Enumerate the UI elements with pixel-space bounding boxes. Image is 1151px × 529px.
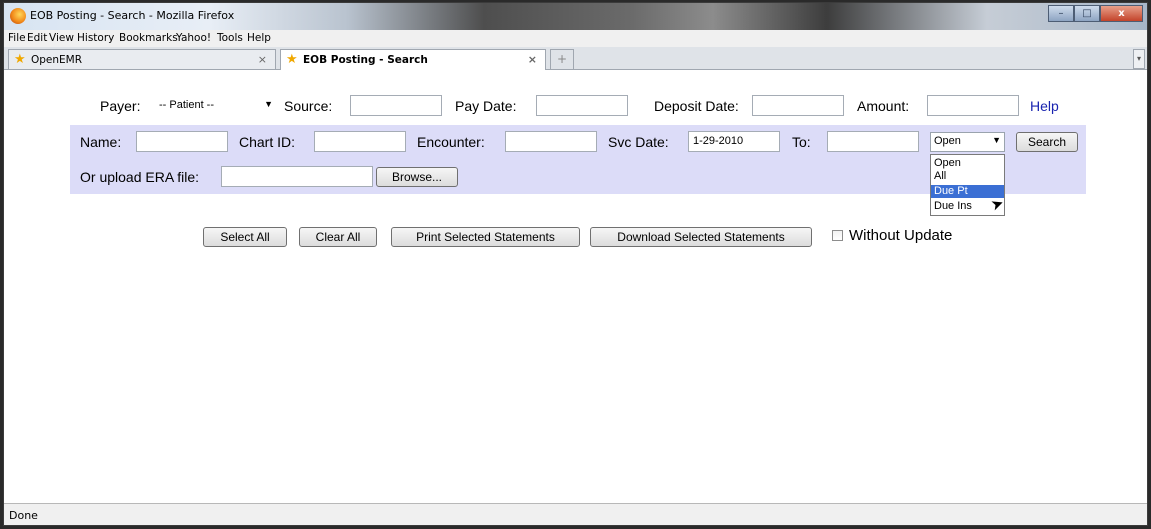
search-button[interactable]: Search xyxy=(1016,132,1078,152)
menu-edit[interactable]: Edit xyxy=(27,32,47,44)
help-link[interactable]: Help xyxy=(1030,98,1059,114)
source-input[interactable] xyxy=(350,95,442,116)
without-update-checkbox[interactable] xyxy=(832,230,843,241)
payer-value: -- Patient -- xyxy=(159,99,215,111)
amount-label: Amount: xyxy=(857,98,910,114)
menu-help[interactable]: Help xyxy=(247,32,271,44)
encounter-input[interactable] xyxy=(505,131,597,152)
close-button[interactable]: x xyxy=(1100,5,1143,22)
pay-date-label: Pay Date: xyxy=(455,98,517,114)
option-open[interactable]: Open xyxy=(931,157,1004,170)
maximize-button[interactable]: □ xyxy=(1074,5,1100,22)
print-selected-statements-button[interactable]: Print Selected Statements xyxy=(391,227,580,247)
clear-all-button[interactable]: Clear All xyxy=(299,227,377,247)
tab-eob-posting[interactable]: ★ EOB Posting - Search × xyxy=(280,49,546,70)
title-bar: EOB Posting - Search - Mozilla Firefox –… xyxy=(4,3,1147,30)
svc-date-label: Svc Date: xyxy=(608,134,669,150)
minimize-button[interactable]: – xyxy=(1048,5,1074,22)
without-update-label: Without Update xyxy=(849,227,953,244)
tab-openemr[interactable]: ★ OpenEMR × xyxy=(8,49,276,69)
new-tab-button[interactable]: + xyxy=(550,49,574,69)
tab-label: EOB Posting - Search xyxy=(303,54,428,66)
tab-list-button[interactable]: ▾ xyxy=(1133,49,1145,69)
menu-yahoo[interactable]: Yahoo! xyxy=(176,32,211,44)
menu-tools[interactable]: Tools xyxy=(217,32,243,44)
chevron-down-icon: ▼ xyxy=(264,99,273,109)
firefox-icon xyxy=(10,8,26,24)
chart-id-label: Chart ID: xyxy=(239,134,296,150)
select-all-button[interactable]: Select All xyxy=(203,227,287,247)
menu-history[interactable]: History xyxy=(77,32,114,44)
menu-bookmarks[interactable]: Bookmarks xyxy=(119,32,178,44)
menu-file[interactable]: File xyxy=(8,32,26,44)
name-label: Name: xyxy=(80,134,122,150)
to-label: To: xyxy=(792,134,811,150)
deposit-date-input[interactable] xyxy=(752,95,844,116)
svc-date-input[interactable]: 1-29-2010 xyxy=(688,131,780,152)
status-text: Done xyxy=(9,509,38,522)
window-controls: – □ x xyxy=(1048,5,1143,23)
browser-window: EOB Posting - Search - Mozilla Firefox –… xyxy=(3,2,1148,526)
status-select[interactable]: Open ▼ xyxy=(930,132,1005,152)
name-input[interactable] xyxy=(136,131,228,152)
chart-id-input[interactable] xyxy=(314,131,406,152)
era-file-input[interactable] xyxy=(221,166,373,187)
option-all[interactable]: All xyxy=(931,170,1004,183)
encounter-label: Encounter: xyxy=(417,134,485,150)
tab-close-icon[interactable]: × xyxy=(258,53,267,66)
menu-view[interactable]: View xyxy=(49,32,74,44)
deposit-date-label: Deposit Date: xyxy=(654,98,739,114)
tab-bar: ★ OpenEMR × ★ EOB Posting - Search × + ▾ xyxy=(4,47,1147,70)
bookmark-star-icon: ★ xyxy=(14,52,26,67)
payer-label: Payer: xyxy=(100,98,141,114)
status-value: Open xyxy=(934,135,961,147)
payer-select[interactable]: -- Patient -- ▼ xyxy=(156,97,276,117)
chevron-down-icon: ▼ xyxy=(992,135,1001,145)
source-label: Source: xyxy=(284,98,333,114)
pay-date-input[interactable] xyxy=(536,95,628,116)
tab-label: OpenEMR xyxy=(31,54,83,66)
to-date-input[interactable] xyxy=(827,131,919,152)
bookmark-star-icon: ★ xyxy=(286,52,298,67)
window-title: EOB Posting - Search - Mozilla Firefox xyxy=(30,9,235,22)
page-content: Payer: -- Patient -- ▼ Source: Pay Date:… xyxy=(4,70,1147,503)
tab-close-icon[interactable]: × xyxy=(528,53,537,66)
menu-bar: File Edit View History Bookmarks Yahoo! … xyxy=(4,30,1147,47)
era-upload-label: Or upload ERA file: xyxy=(80,169,200,185)
status-bar: Done xyxy=(4,503,1147,525)
browse-button[interactable]: Browse... xyxy=(376,167,458,187)
amount-input[interactable] xyxy=(927,95,1019,116)
download-selected-statements-button[interactable]: Download Selected Statements xyxy=(590,227,812,247)
